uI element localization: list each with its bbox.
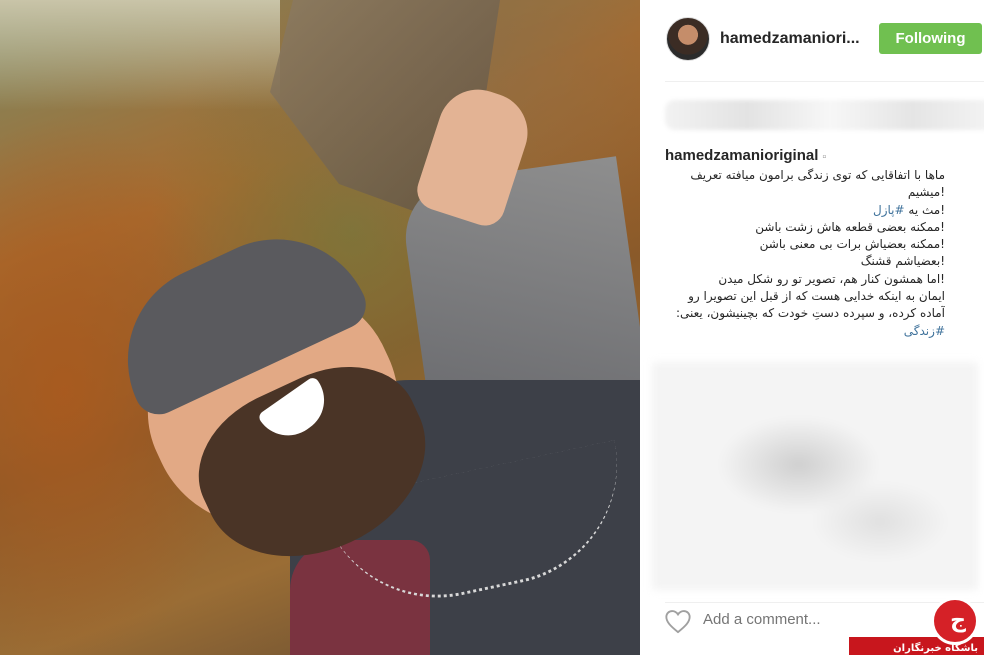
caption-username[interactable]: hamedzamanioriginal [665,147,818,164]
caption-line: ایمان به اینکه خدایی هست که از قبل این ت… [688,289,945,304]
caption: hamedzamanioriginal ▫ ماها با اتفاقایی که… [665,147,970,340]
hashtag-puzzle[interactable]: #پازل [873,203,905,217]
caption-line: !ممکنه بعضی قطعه هاش زشت باشن [755,219,945,234]
caption-line: #زندگی [665,323,945,340]
caption-line-text: !مث یه [908,202,945,217]
caption-line: !ممکنه بعضیاش برات بی معنی باشن [759,237,945,252]
heart-outline-icon[interactable] [664,608,692,634]
news-agency-watermark: باشگاه خبرنگاران ج [849,595,984,655]
caption-line: ماها با اتفاقایی که توی زندگی برامون میا… [690,168,945,182]
caption-line: !اما همشون کنار هم، تصویر تو رو شکل میدن [718,271,945,286]
watermark-letter: ج [950,608,966,633]
watermark-logo: ج [931,597,979,645]
hashtag-life[interactable]: #زندگی [904,324,945,338]
avatar[interactable] [666,17,710,61]
post-photo[interactable] [0,0,640,655]
caption-line: !میشیم [907,185,945,200]
header-username[interactable]: hamedzamaniori... [720,30,860,48]
post-header: hamedzamaniori... Following [640,0,984,80]
following-button[interactable]: Following [879,23,982,54]
caption-line: !بعضیاشم قشنگ [860,254,945,269]
caption-text: ماها با اتفاقایی که توی زندگی برامون میا… [665,167,945,340]
header-divider [665,81,984,82]
verified-dot-icon: ▫ [822,151,827,163]
blurred-comments-area [652,362,978,590]
caption-line: !مث یه #پازل [665,202,945,219]
blurred-likes-bar [665,100,984,130]
sky-area [0,0,280,110]
post-side-panel: hamedzamaniori... Following hamedzamanio… [640,0,984,655]
watermark-text: باشگاه خبرنگاران [893,643,978,654]
caption-line: آماده کرده، و سپرده دستِ خودت که بچینیشو… [675,306,945,321]
